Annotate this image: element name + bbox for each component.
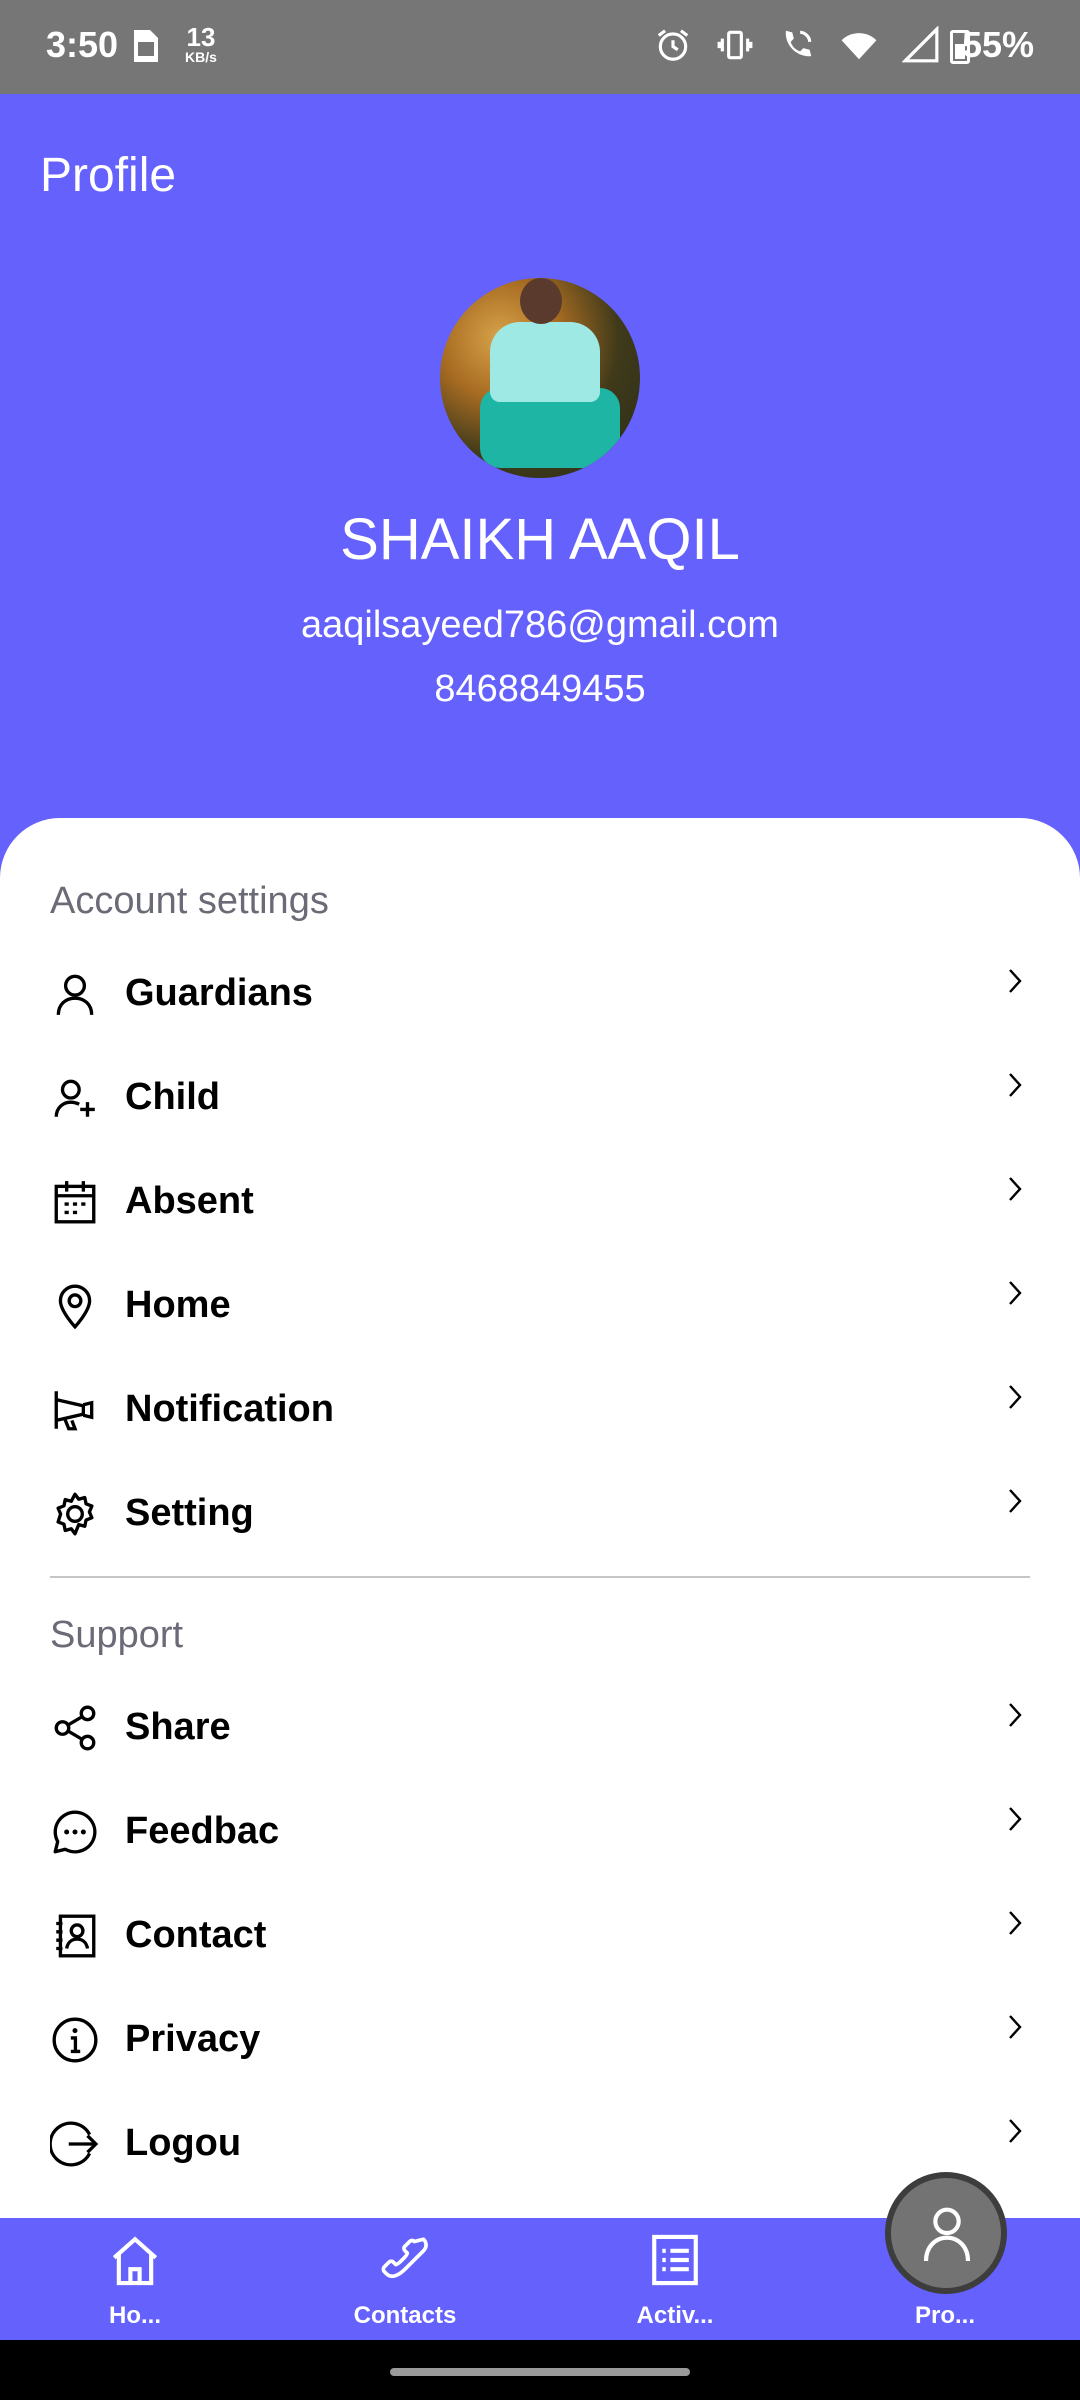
sim-icon [128,28,162,64]
chevron-right-icon [1009,969,1022,993]
status-time: 3:50 [46,24,119,65]
menu-item-feedback[interactable]: Feedbac [0,1780,1080,1884]
chevron-right-icon [1009,1489,1022,1513]
battery-percent: 55% [961,24,1034,65]
menu-item-absent[interactable]: Absent [0,1150,1080,1254]
menu-item-contact[interactable]: Contact [0,1884,1080,1988]
status-bar: 3:50 13 KB/s 55% [0,0,1080,94]
chevron-right-icon [1009,1073,1022,1097]
calendar-icon [50,1177,100,1227]
menu-item-label: Guardians [125,972,313,1014]
page-title: Profile [40,149,177,202]
logout-icon [48,2119,100,2169]
share-icon [50,1703,100,1753]
nav-profile-label: Pro... [914,2302,975,2329]
chat-bubble-icon [50,1807,100,1857]
settings-card: Account settings Guardians Child Absent [0,818,1080,2218]
chevron-right-icon [1009,1385,1022,1409]
alarm-icon [657,29,689,61]
menu-item-setting[interactable]: Setting [0,1462,1080,1566]
menu-item-label: Share [125,1706,231,1748]
menu-item-label: Contact [125,1914,267,1956]
chevron-right-icon [1009,1177,1022,1201]
user-phone: 8468849455 [434,668,646,710]
gesture-bar [0,2340,1080,2400]
nav-activity-label: Activ... [636,2302,714,2329]
chevron-right-icon [1009,1703,1022,1727]
menu-item-label: Absent [125,1180,254,1222]
menu-item-label: Privacy [125,2018,261,2060]
megaphone-icon [50,1385,100,1435]
nav-contacts-label: Contacts [353,2302,457,2329]
nav-activity[interactable]: Activ... [575,2218,775,2340]
menu-item-guardians[interactable]: Guardians [0,942,1080,1046]
menu-item-share[interactable]: Share [0,1676,1080,1780]
nav-contacts[interactable]: Contacts [305,2218,505,2340]
menu-item-label: Logou [125,2122,242,2164]
chevron-right-icon [1009,1281,1022,1305]
person-icon [50,969,100,1019]
info-icon [50,2015,100,2065]
menu-item-label: Child [125,1076,220,1118]
gear-icon [50,1489,100,1539]
list-icon [647,2230,703,2290]
nav-home[interactable]: Ho... [35,2218,235,2340]
location-pin-icon [50,1281,100,1331]
nav-home-label: Ho... [109,2302,161,2329]
chevron-right-icon [1009,1807,1022,1831]
avatar[interactable] [440,278,640,478]
signal-icon [902,26,939,63]
profile-fab-button[interactable] [885,2172,1007,2294]
network-speed: 13 KB/s [178,24,224,64]
menu-item-privacy[interactable]: Privacy [0,1988,1080,2092]
menu-item-label: Home [125,1284,231,1326]
menu-item-child[interactable]: Child [0,1046,1080,1150]
phone-icon [377,2230,433,2290]
network-speed-unit: KB/s [185,49,217,65]
vibrate-icon [717,30,753,60]
profile-icon [923,2207,971,2262]
user-email: aaqilsayeed786@gmail.com [301,604,779,646]
menu-item-label: Setting [125,1492,254,1534]
section-divider [50,1576,1030,1578]
support-title: Support [50,1614,184,1656]
menu-item-label: Notification [125,1388,334,1430]
network-speed-value: 13 [186,22,216,52]
person-add-icon [50,1073,100,1123]
chevron-right-icon [1009,1911,1022,1935]
home-icon [107,2230,163,2290]
menu-item-label: Feedbac [125,1810,280,1852]
contact-card-icon [50,1911,100,1961]
user-name: SHAIKH AAQIL [340,507,740,572]
wifi-icon [841,33,877,60]
account-settings-title: Account settings [50,880,329,922]
profile-screen: 3:50 13 KB/s 55% Profile SHAIKH AAQIL aa… [0,0,1080,2400]
menu-item-home[interactable]: Home [0,1254,1080,1358]
chevron-right-icon [1009,2119,1022,2143]
gesture-handle[interactable] [390,2368,690,2376]
status-icons [654,26,940,64]
chevron-right-icon [1009,2015,1022,2039]
menu-item-notification[interactable]: Notification [0,1358,1080,1462]
wifi-call-icon [785,30,812,57]
